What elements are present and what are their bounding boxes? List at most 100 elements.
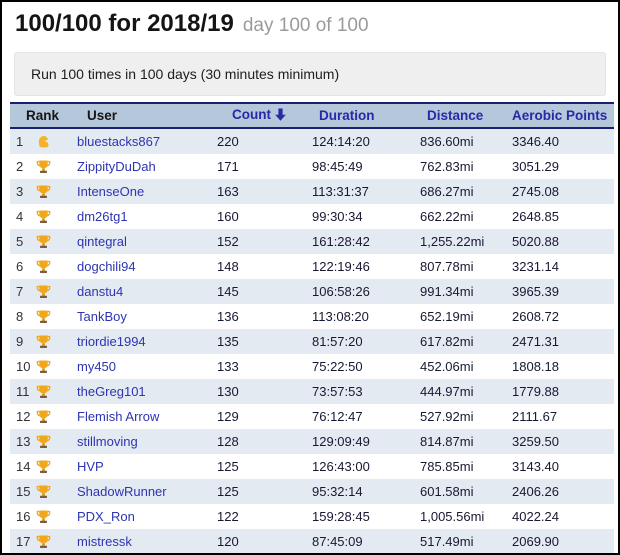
count-cell: 130 xyxy=(217,379,312,404)
duration-cell: 124:14:20 xyxy=(312,128,420,154)
count-cell: 160 xyxy=(217,204,312,229)
leaderboard-rows: 1bluestacks867220124:14:20836.60mi3346.4… xyxy=(10,128,614,554)
points-cell: 2608.72 xyxy=(512,304,614,329)
user-link[interactable]: bluestacks867 xyxy=(77,134,160,149)
points-cell: 3231.14 xyxy=(512,254,614,279)
rank-number: 2 xyxy=(16,159,32,174)
trophy-icon xyxy=(35,183,52,200)
leaderboard-page: 100/100 for 2018/19 day 100 of 100 Run 1… xyxy=(0,0,620,555)
user-cell: bluestacks867 xyxy=(77,128,217,154)
user-cell: Flemish Arrow xyxy=(77,404,217,429)
distance-cell: 517.49mi xyxy=(420,529,512,554)
duration-cell: 161:28:42 xyxy=(312,229,420,254)
user-link[interactable]: Flemish Arrow xyxy=(77,409,159,424)
rank-cell: 6 xyxy=(10,254,77,279)
distance-cell: 991.34mi xyxy=(420,279,512,304)
rank-cell: 1 xyxy=(10,128,77,154)
count-cell: 152 xyxy=(217,229,312,254)
user-link[interactable]: theGreg101 xyxy=(77,384,146,399)
user-link[interactable]: my450 xyxy=(77,359,116,374)
trophy-icon xyxy=(35,233,52,250)
page-title: 100/100 for 2018/19 xyxy=(15,10,234,38)
user-link[interactable]: stillmoving xyxy=(77,434,138,449)
trophy-icon xyxy=(35,258,52,275)
rank-number: 6 xyxy=(16,259,32,274)
rank-cell: 4 xyxy=(10,204,77,229)
trophy-icon xyxy=(35,433,52,450)
duration-cell: 81:57:20 xyxy=(312,329,420,354)
rank-number: 17 xyxy=(16,534,32,549)
user-cell: dm26tg1 xyxy=(77,204,217,229)
table-row: 16PDX_Ron122159:28:451,005.56mi4022.24 xyxy=(10,504,614,529)
duration-cell: 95:32:14 xyxy=(312,479,420,504)
column-header-aerobic-points[interactable]: Aerobic Points xyxy=(512,103,614,128)
count-cell: 128 xyxy=(217,429,312,454)
column-header-rank: Rank xyxy=(10,103,77,128)
column-header-user: User xyxy=(77,103,217,128)
count-cell: 125 xyxy=(217,454,312,479)
duration-cell: 113:08:20 xyxy=(312,304,420,329)
rank-cell: 9 xyxy=(10,329,77,354)
user-cell: ZippityDuDah xyxy=(77,154,217,179)
distance-cell: 527.92mi xyxy=(420,404,512,429)
count-cell: 129 xyxy=(217,404,312,429)
user-link[interactable]: triordie1994 xyxy=(77,334,146,349)
points-cell: 3259.50 xyxy=(512,429,614,454)
user-link[interactable]: mistressk xyxy=(77,534,132,549)
column-header-count[interactable]: Count xyxy=(217,103,312,128)
distance-cell: 762.83mi xyxy=(420,154,512,179)
points-cell: 3143.40 xyxy=(512,454,614,479)
count-cell: 148 xyxy=(217,254,312,279)
points-cell: 2069.90 xyxy=(512,529,614,554)
user-link[interactable]: dm26tg1 xyxy=(77,209,128,224)
trophy-icon xyxy=(35,158,52,175)
rank-number: 15 xyxy=(16,484,32,499)
user-link[interactable]: PDX_Ron xyxy=(77,509,135,524)
user-cell: IntenseOne xyxy=(77,179,217,204)
distance-cell: 444.97mi xyxy=(420,379,512,404)
distance-cell: 1,005.56mi xyxy=(420,504,512,529)
points-cell: 1779.88 xyxy=(512,379,614,404)
user-link[interactable]: ShadowRunner xyxy=(77,484,167,499)
rank-cell: 5 xyxy=(10,229,77,254)
distance-cell: 662.22mi xyxy=(420,204,512,229)
user-link[interactable]: HVP xyxy=(77,459,104,474)
duration-cell: 159:28:45 xyxy=(312,504,420,529)
rank-cell: 12 xyxy=(10,404,77,429)
points-cell: 2648.85 xyxy=(512,204,614,229)
rank-number: 5 xyxy=(16,234,32,249)
trophy-icon xyxy=(35,383,52,400)
table-row: 3IntenseOne163113:31:37686.27mi2745.08 xyxy=(10,179,614,204)
user-link[interactable]: TankBoy xyxy=(77,309,127,324)
table-row: 13stillmoving128129:09:49814.87mi3259.50 xyxy=(10,429,614,454)
count-cell: 135 xyxy=(217,329,312,354)
trophy-icon xyxy=(35,458,52,475)
rank-cell: 14 xyxy=(10,454,77,479)
rank-cell: 17 xyxy=(10,529,77,554)
user-link[interactable]: dogchili94 xyxy=(77,259,136,274)
column-header-distance[interactable]: Distance xyxy=(420,103,512,128)
column-header-duration[interactable]: Duration xyxy=(312,103,420,128)
page-header: 100/100 for 2018/19 day 100 of 100 xyxy=(2,2,618,38)
user-link[interactable]: qintegral xyxy=(77,234,127,249)
rank-cell: 16 xyxy=(10,504,77,529)
table-row: 6dogchili94148122:19:46807.78mi3231.14 xyxy=(10,254,614,279)
count-cell: 171 xyxy=(217,154,312,179)
user-cell: triordie1994 xyxy=(77,329,217,354)
table-row: 5qintegral152161:28:421,255.22mi5020.88 xyxy=(10,229,614,254)
user-link[interactable]: ZippityDuDah xyxy=(77,159,156,174)
user-link[interactable]: IntenseOne xyxy=(77,184,144,199)
user-cell: theGreg101 xyxy=(77,379,217,404)
points-cell: 3051.29 xyxy=(512,154,614,179)
trophy-icon xyxy=(35,533,52,550)
user-cell: my450 xyxy=(77,354,217,379)
points-cell: 1808.18 xyxy=(512,354,614,379)
user-link[interactable]: danstu4 xyxy=(77,284,123,299)
table-row: 1bluestacks867220124:14:20836.60mi3346.4… xyxy=(10,128,614,154)
trophy-icon xyxy=(35,208,52,225)
count-header-label: Count xyxy=(232,107,271,122)
rank-number: 7 xyxy=(16,284,32,299)
points-cell: 2111.67 xyxy=(512,404,614,429)
user-cell: dogchili94 xyxy=(77,254,217,279)
trophy-icon xyxy=(35,333,52,350)
